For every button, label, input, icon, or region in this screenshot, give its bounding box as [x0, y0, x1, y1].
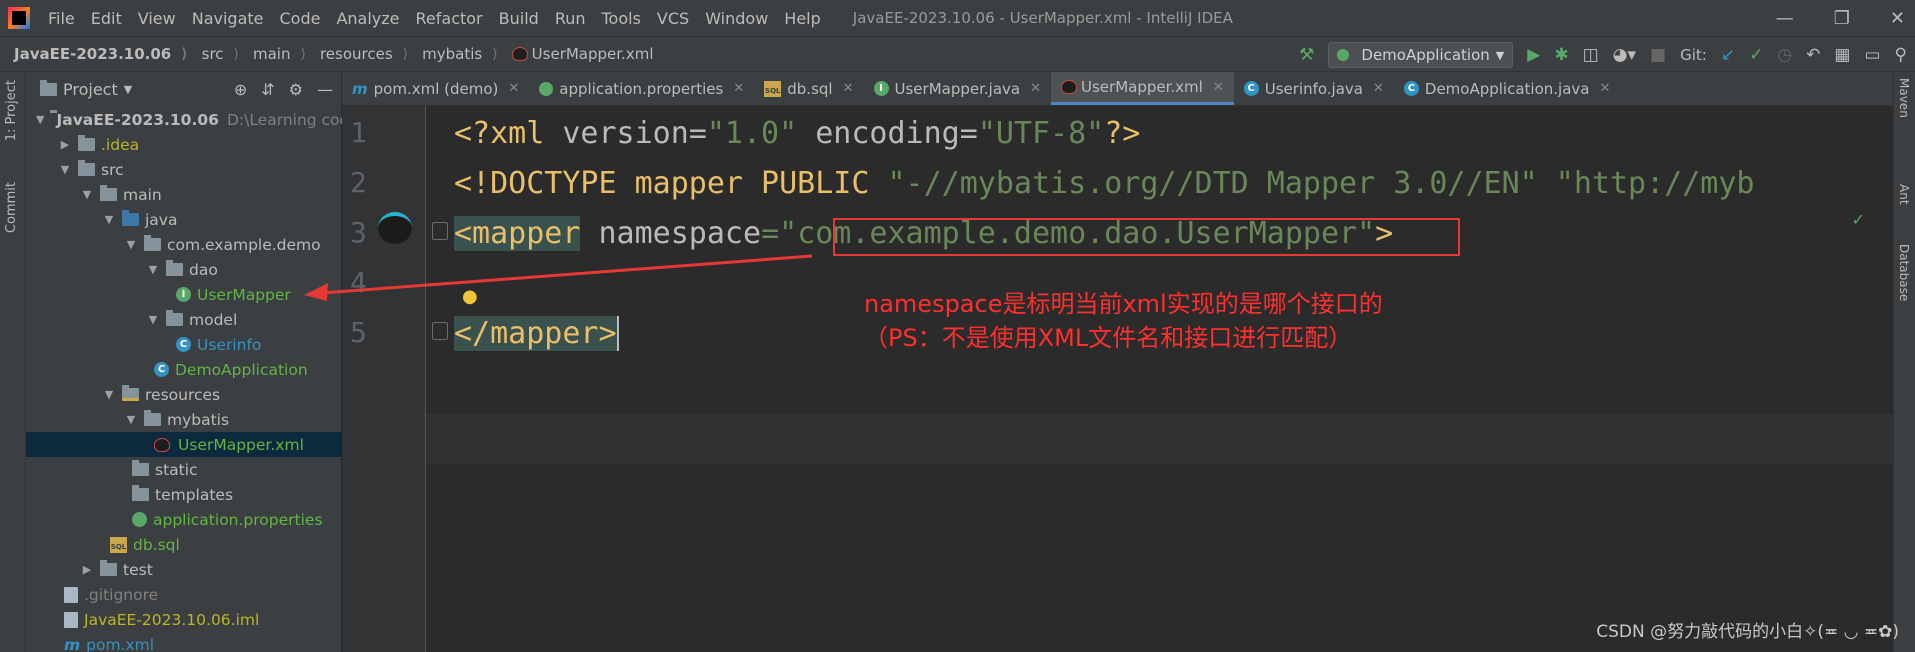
annotation-text-line-2: （PS：不是使用XML文件名和接口进行匹配） [864, 324, 1353, 352]
annotation-text-line-1: namespace是标明当前xml实现的是哪个接口的 [864, 290, 1383, 318]
right-tool-stripe: Maven Ant Database [1893, 72, 1915, 652]
stripe-tab-database[interactable]: Database [1897, 244, 1911, 301]
stripe-tab-ant[interactable]: Ant [1897, 184, 1911, 205]
stripe-tab-maven[interactable]: Maven [1897, 78, 1911, 118]
watermark: CSDN @努力敲代码的小白✧(≖ ◡ ≖✿) [1596, 622, 1899, 642]
